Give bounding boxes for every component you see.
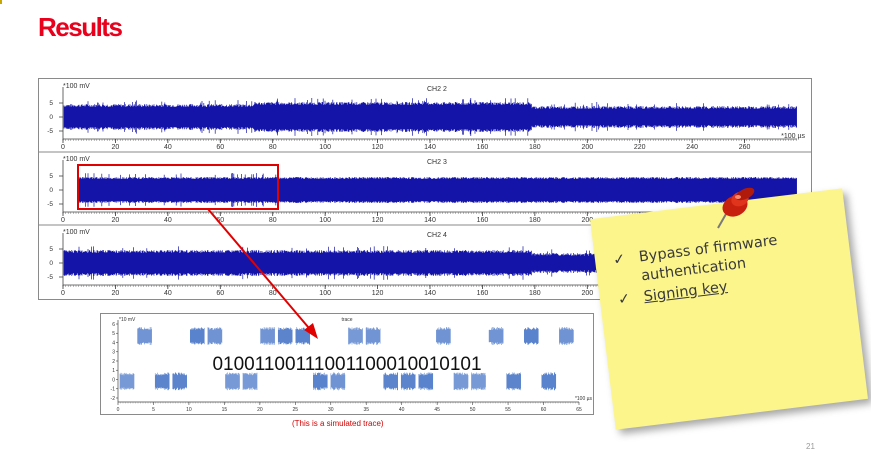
x-tick-label: 60	[216, 144, 224, 151]
y-tick-label: 5	[49, 173, 53, 180]
x-tick-label: 0	[61, 290, 65, 297]
simulated-trace-plot: *10 mV trace 6 5 4 3 2 1 0 -1 -2 0 5 10 15 20 25 30 35 40 45…	[100, 313, 594, 415]
y-unit-label: *100 mV	[63, 156, 90, 163]
y-tick-label: 0	[49, 187, 53, 194]
x-tick-label: 0	[61, 217, 65, 224]
trace-x-tick-label: 5	[152, 407, 155, 413]
x-tick-label: 40	[164, 290, 172, 297]
trace-y-tick-label: -2	[111, 396, 116, 402]
x-tick-label: 140	[424, 144, 436, 151]
y-tick-label: 5	[49, 100, 53, 107]
x-tick-label: 0	[61, 144, 65, 151]
x-tick-label: 100	[319, 144, 331, 151]
x-tick-label: 80	[269, 144, 277, 151]
trace-x-tick-label: 0	[117, 407, 120, 413]
x-tick-label: 160	[477, 144, 489, 151]
y-tick-label: -5	[47, 201, 53, 208]
x-tick-label: 200	[581, 144, 593, 151]
trace-x-tick-label: 45	[434, 407, 440, 413]
x-tick-label: 220	[634, 144, 646, 151]
checkmark-icon: ✓	[612, 251, 627, 269]
trace-x-tick-label: 40	[399, 407, 405, 413]
trace-y-tick-label: -1	[111, 387, 116, 393]
x-tick-label: 20	[112, 217, 120, 224]
y-tick-label: -5	[47, 274, 53, 281]
trace-y-tick-label: 3	[112, 350, 115, 356]
trace-x-tick-label: 15	[222, 407, 228, 413]
x-tick-label: 140	[424, 217, 436, 224]
x-tick-label: 100	[319, 290, 331, 297]
y-tick-label: 0	[49, 260, 53, 267]
trace-y-tick-label: 6	[112, 322, 115, 328]
push-pin-icon	[717, 187, 755, 229]
y-unit-label: *100 mV	[63, 83, 90, 90]
x-tick-label: 100	[319, 217, 331, 224]
x-unit-label: *100 µs	[781, 133, 805, 140]
x-tick-label: 200	[581, 290, 593, 297]
trace-y-tick-label: 0	[112, 377, 115, 383]
x-tick-label: 20	[112, 144, 120, 151]
x-tick-label: 40	[164, 144, 172, 151]
x-tick-label: 180	[529, 217, 541, 224]
corner-mark	[0, 0, 2, 4]
x-tick-label: 20	[112, 290, 120, 297]
trace-x-tick-label: 35	[363, 407, 369, 413]
signal-waveform	[78, 173, 797, 207]
channel-name: CH2 2	[427, 86, 447, 93]
y-tick-label: 5	[49, 246, 53, 253]
page-number: 21	[806, 442, 815, 451]
trace-y-tick-label: 1	[112, 368, 115, 374]
trace-name: trace	[341, 317, 352, 323]
y-tick-label: 0	[49, 114, 53, 121]
trace-x-tick-label: 50	[470, 407, 476, 413]
trace-x-tick-label: 65	[576, 407, 582, 413]
trace-x-tick-label: 10	[186, 407, 192, 413]
bit-sequence: 01001100111001100010010101	[212, 354, 481, 375]
trace-y-tick-label: 5	[112, 331, 115, 337]
trace-plot: *10 mV trace6543210-1-20 5 10 15 20 25 30 35 40 45…	[111, 317, 593, 413]
trace-x-unit: *100 µs	[575, 396, 593, 402]
trace-x-tick-label: 55	[505, 407, 511, 413]
trace-x-tick-label: 20	[257, 407, 263, 413]
x-tick-label: 260	[739, 144, 751, 151]
trace-x-tick-label: 30	[328, 407, 334, 413]
x-tick-label: 180	[529, 290, 541, 297]
x-tick-label: 60	[216, 290, 224, 297]
y-unit-label: *100 mV	[63, 229, 90, 236]
trace-y-tick-label: 4	[112, 340, 115, 346]
signal-waveform	[63, 98, 797, 136]
x-tick-label: 120	[372, 217, 384, 224]
trace-x-tick-label: 60	[541, 407, 547, 413]
checkmark-icon: ✓	[617, 291, 632, 309]
x-tick-label: 120	[372, 290, 384, 297]
trace-y-tick-label: 2	[112, 359, 115, 365]
x-tick-label: 80	[269, 217, 277, 224]
x-tick-label: 80	[269, 290, 277, 297]
channel-name: CH2 3	[427, 159, 447, 166]
trace-y-unit: *10 mV	[119, 317, 136, 323]
x-tick-label: 40	[164, 217, 172, 224]
simulated-caption: (This is a simulated trace)	[292, 419, 384, 428]
slide-title: Results	[38, 12, 123, 42]
x-tick-label: 180	[529, 144, 541, 151]
x-tick-label: 240	[686, 144, 698, 151]
x-tick-label: 120	[372, 144, 384, 151]
y-tick-label: -5	[47, 128, 53, 135]
trace-x-tick-label: 25	[293, 407, 299, 413]
x-tick-label: 60	[216, 217, 224, 224]
x-tick-label: 160	[477, 217, 489, 224]
x-tick-label: 140	[424, 290, 436, 297]
channel-name: CH2 4	[427, 232, 447, 239]
x-tick-label: 160	[477, 290, 489, 297]
